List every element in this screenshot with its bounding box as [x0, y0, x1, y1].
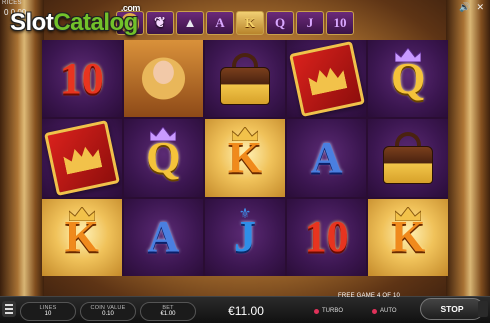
- symbol-a: A: [147, 212, 180, 262]
- book-scatter-icon: [43, 120, 120, 196]
- paytable-10-label: 10: [333, 15, 347, 30]
- stop-button[interactable]: STOP: [420, 298, 484, 320]
- paytable-a: A: [206, 11, 234, 35]
- top-right-icons: 🔊 ✕: [459, 2, 484, 13]
- side-panel-icon[interactable]: [478, 301, 488, 317]
- reel-4-row-1: [286, 40, 367, 118]
- auto-label: AUTO: [380, 308, 397, 314]
- paytable-shoe: ▲: [176, 11, 204, 35]
- close-icon[interactable]: ✕: [476, 2, 484, 13]
- reel-3-row-1: [205, 40, 285, 118]
- shoe-icon: ▲: [183, 15, 197, 30]
- reel-3: K ⚜ J: [205, 40, 285, 276]
- reel-grid: 10 K Q A K ⚜ J A 10 Q K: [42, 40, 448, 276]
- reel-4: A 10: [286, 40, 367, 276]
- paytable-k: K: [236, 11, 264, 35]
- bow-icon: ❦: [154, 15, 166, 31]
- turbo-label: TURBO: [322, 308, 343, 314]
- menu-button[interactable]: [2, 301, 16, 317]
- free-game-counter: FREE GAME 4 OF 10: [338, 293, 401, 299]
- reel-5-row-3: K: [368, 198, 448, 276]
- handbag-icon: [377, 130, 439, 186]
- reel-1-row-1: 10: [42, 40, 122, 118]
- crown-icon: [68, 206, 95, 221]
- lady-wild-icon: [123, 40, 204, 118]
- reel-2: Q A: [123, 40, 204, 276]
- logo-com: .com: [120, 3, 141, 13]
- book-scatter-icon: [288, 40, 365, 117]
- watermark-logo: SlotCatalog .com: [10, 3, 140, 37]
- sound-icon[interactable]: 🔊: [459, 2, 470, 13]
- reel-4-row-2: A: [286, 119, 367, 197]
- left-pillar: [0, 0, 44, 300]
- reel-2-row-2: Q: [123, 119, 204, 197]
- auto-indicator: [372, 308, 377, 314]
- lines-control[interactable]: LINES 10: [20, 302, 76, 321]
- symbol-k: K: [64, 212, 99, 262]
- fleur-icon: ⚜: [238, 204, 252, 221]
- right-pillar: [446, 0, 490, 300]
- symbol-k: K: [227, 132, 263, 182]
- turbo-toggle[interactable]: TURBO: [314, 305, 343, 317]
- paytable-j-label: J: [306, 15, 314, 30]
- logo-catalog: Catalog: [53, 9, 138, 36]
- paytable-10: 10: [326, 11, 354, 35]
- crown-icon: [395, 48, 422, 62]
- top-left-line1: RICES: [2, 0, 22, 6]
- lines-value: 10: [44, 311, 52, 317]
- reel-4-row-3: 10: [286, 198, 367, 276]
- reel-5-row-2: [368, 119, 448, 197]
- logo-slot: Slot: [10, 9, 54, 36]
- symbol-10: 10: [304, 212, 349, 262]
- reel-5-row-1: Q: [368, 40, 448, 118]
- paytable-q-label: Q: [274, 15, 286, 30]
- symbol-10: 10: [59, 53, 104, 103]
- auto-toggle[interactable]: AUTO: [372, 305, 397, 317]
- symbol-a: A: [310, 132, 343, 182]
- top-left-text: RICES: [2, 0, 22, 6]
- reel-3-row-3: ⚜ J: [205, 198, 285, 276]
- crown-icon: [231, 127, 258, 142]
- paytable-a-label: A: [215, 15, 225, 30]
- paytable-k-label: K: [244, 15, 256, 30]
- reel-3-row-2: K: [205, 119, 285, 197]
- coin-value-value: 0.10: [102, 311, 114, 317]
- bet-value: €1.00: [160, 311, 176, 317]
- reel-1: 10 K: [42, 40, 122, 276]
- symbol-k: K: [391, 212, 426, 262]
- reel-2-row-3: A: [123, 198, 204, 276]
- reel-1-row-3: K: [42, 198, 122, 276]
- coin-value-control[interactable]: COIN VALUE 0.10: [80, 302, 136, 321]
- reel-1-row-2: [42, 119, 122, 197]
- symbol-j: J: [233, 212, 256, 262]
- symbol-q: Q: [391, 53, 426, 103]
- crown-icon: [395, 206, 422, 221]
- handbag-icon: [214, 51, 276, 107]
- bet-control[interactable]: BET €1.00: [140, 302, 196, 321]
- symbol-q: Q: [146, 132, 181, 182]
- balance-display: €11.00: [228, 304, 264, 318]
- paytable-j: J: [296, 11, 324, 35]
- paytable-q: Q: [266, 11, 294, 35]
- paytable-strip: ❦ ▲ A K Q J 10: [116, 11, 354, 35]
- reel-2-row-1: [123, 40, 204, 118]
- turbo-indicator: [314, 308, 319, 314]
- paytable-bow: ❦: [146, 11, 174, 35]
- reel-5: Q K: [368, 40, 448, 276]
- crown-icon: [150, 127, 177, 142]
